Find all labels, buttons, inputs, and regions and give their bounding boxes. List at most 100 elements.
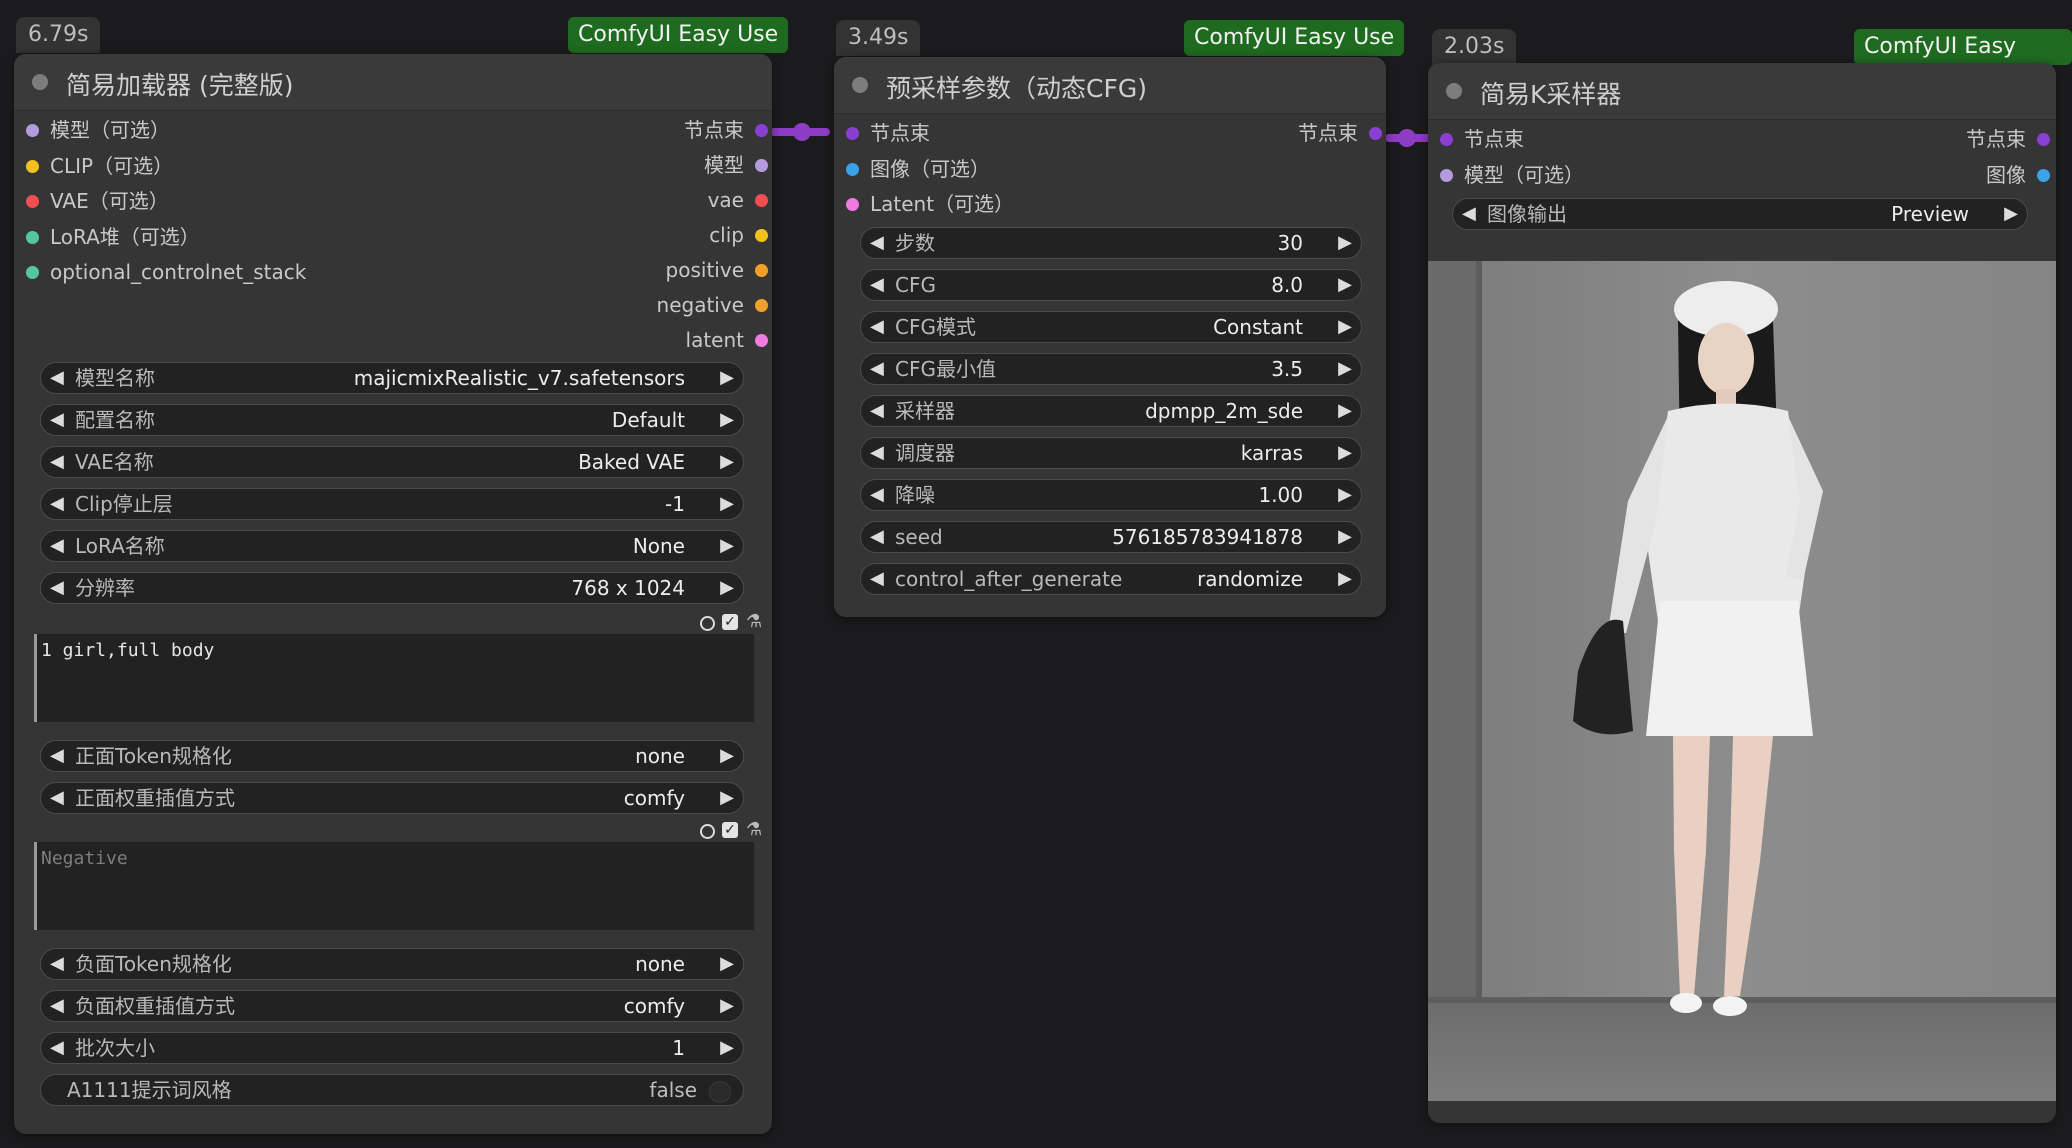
- output-slot[interactable]: 节点束: [684, 114, 768, 146]
- slot-dot-icon[interactable]: [755, 334, 768, 347]
- input-slot[interactable]: 模型（可选）: [26, 114, 170, 146]
- input-slot[interactable]: 节点束: [846, 117, 930, 149]
- preview-image[interactable]: [1428, 261, 2056, 1101]
- link-reroute-dot[interactable]: [1398, 129, 1416, 147]
- output-slot[interactable]: clip: [709, 219, 768, 251]
- slot-dot-icon[interactable]: [26, 195, 39, 208]
- slot-dot-icon[interactable]: [755, 124, 768, 137]
- arrow-left-icon[interactable]: ◀: [50, 363, 64, 393]
- slot-dot-icon[interactable]: [26, 230, 39, 244]
- slot-dot-icon[interactable]: [755, 264, 768, 277]
- combo-widget[interactable]: ◀ 图像输出 Preview ▶: [1452, 198, 2028, 230]
- collapse-dot-icon[interactable]: [1446, 83, 1462, 99]
- combo-widget[interactable]: ◀ CFG模式 Constant ▶: [860, 311, 1362, 343]
- collapse-dot-icon[interactable]: [852, 77, 868, 93]
- arrow-left-icon[interactable]: ◀: [50, 573, 64, 603]
- combo-widget[interactable]: ◀ 采样器 dpmpp_2m_sde ▶: [860, 395, 1362, 427]
- combo-widget[interactable]: ◀ 负面Token规格化 none ▶: [40, 948, 744, 980]
- node-easy-ksampler[interactable]: 简易K采样器 节点束模型（可选） 节点束图像 ◀ 图像输出 Preview ▶: [1428, 63, 2056, 1123]
- combo-widget[interactable]: ◀ CFG最小值 3.5 ▶: [860, 353, 1362, 385]
- arrow-right-icon[interactable]: ▶: [720, 405, 734, 435]
- arrow-left-icon[interactable]: ◀: [50, 1033, 64, 1063]
- combo-widget[interactable]: ◀ 批次大小 1 ▶: [40, 1032, 744, 1064]
- positive-prompt-textarea[interactable]: 1 girl,full body: [34, 634, 754, 722]
- combo-widget[interactable]: ◀ CFG 8.0 ▶: [860, 269, 1362, 301]
- arrow-left-icon[interactable]: ◀: [870, 270, 884, 300]
- circle-icon[interactable]: [700, 616, 715, 631]
- circle-icon[interactable]: [700, 824, 715, 839]
- node-presampling-params[interactable]: 预采样参数（动态CFG) 节点束图像（可选） Latent（可选） 节点束 ◀ 步数…: [834, 57, 1386, 617]
- arrow-left-icon[interactable]: ◀: [870, 312, 884, 342]
- arrow-left-icon[interactable]: ◀: [870, 354, 884, 384]
- output-slot[interactable]: 图像: [1986, 159, 2050, 191]
- arrow-left-icon[interactable]: ◀: [50, 741, 64, 771]
- input-slot[interactable]: 模型（可选）: [1440, 159, 1584, 191]
- arrow-right-icon[interactable]: ▶: [720, 949, 734, 979]
- slot-dot-icon[interactable]: [755, 194, 768, 207]
- checkbox-icon[interactable]: ✓: [722, 822, 738, 838]
- combo-widget[interactable]: ◀ 调度器 karras ▶: [860, 437, 1362, 469]
- arrow-left-icon[interactable]: ◀: [50, 447, 64, 477]
- arrow-left-icon[interactable]: ◀: [1462, 199, 1476, 229]
- broom-icon[interactable]: ⚗: [746, 820, 762, 840]
- arrow-left-icon[interactable]: ◀: [870, 522, 884, 552]
- arrow-left-icon[interactable]: ◀: [50, 489, 64, 519]
- node-easy-loader-full[interactable]: 简易加载器 (完整版) 模型（可选） CLIP（可选） VAE（可选） LoRA堆（可…: [14, 54, 772, 1134]
- arrow-right-icon[interactable]: ▶: [720, 991, 734, 1021]
- combo-widget[interactable]: ◀ 正面Token规格化 none ▶: [40, 740, 744, 772]
- slot-dot-icon[interactable]: [1369, 127, 1382, 140]
- arrow-right-icon[interactable]: ▶: [1338, 354, 1352, 384]
- input-slot[interactable]: 图像（可选）: [846, 153, 990, 185]
- combo-widget[interactable]: ◀ control_after_generate randomize ▶: [860, 563, 1362, 595]
- node-header[interactable]: 简易加载器 (完整版): [14, 54, 772, 111]
- node-header[interactable]: 简易K采样器: [1428, 63, 2056, 120]
- slot-dot-icon[interactable]: [1440, 168, 1453, 182]
- negative-prompt-textarea[interactable]: Negative: [34, 842, 754, 930]
- arrow-right-icon[interactable]: ▶: [720, 489, 734, 519]
- slot-dot-icon[interactable]: [2037, 168, 2050, 182]
- checkbox-icon[interactable]: ✓: [722, 614, 738, 630]
- output-slot[interactable]: vae: [708, 184, 768, 216]
- output-slot[interactable]: negative: [657, 289, 768, 321]
- output-slot[interactable]: latent: [686, 324, 768, 356]
- slot-dot-icon[interactable]: [846, 198, 859, 211]
- slot-dot-icon[interactable]: [755, 299, 768, 312]
- arrow-right-icon[interactable]: ▶: [1338, 480, 1352, 510]
- arrow-right-icon[interactable]: ▶: [1338, 522, 1352, 552]
- input-slot[interactable]: Latent（可选）: [846, 188, 1014, 220]
- output-slot[interactable]: 节点束: [1966, 123, 2050, 155]
- combo-widget[interactable]: ◀ 配置名称 Default ▶: [40, 404, 744, 436]
- node-header[interactable]: 预采样参数（动态CFG): [834, 57, 1386, 114]
- arrow-right-icon[interactable]: ▶: [720, 1033, 734, 1063]
- broom-icon[interactable]: ⚗: [746, 612, 762, 632]
- arrow-left-icon[interactable]: ◀: [50, 991, 64, 1021]
- combo-widget[interactable]: ◀ 负面权重插值方式 comfy ▶: [40, 990, 744, 1022]
- arrow-right-icon[interactable]: ▶: [720, 363, 734, 393]
- output-slot[interactable]: positive: [666, 254, 768, 286]
- combo-widget[interactable]: ◀ 降噪 1.00 ▶: [860, 479, 1362, 511]
- a1111-prompt-style-toggle[interactable]: A1111提示词风格 false: [40, 1074, 744, 1106]
- arrow-right-icon[interactable]: ▶: [720, 447, 734, 477]
- collapse-dot-icon[interactable]: [32, 74, 48, 90]
- input-slot[interactable]: LoRA堆（可选）: [26, 221, 200, 253]
- combo-widget[interactable]: ◀ 分辨率 768 x 1024 ▶: [40, 572, 744, 604]
- arrow-left-icon[interactable]: ◀: [50, 949, 64, 979]
- arrow-left-icon[interactable]: ◀: [870, 480, 884, 510]
- combo-widget[interactable]: ◀ 模型名称 majicmixRealistic_v7.safetensors ▶: [40, 362, 744, 394]
- arrow-left-icon[interactable]: ◀: [870, 228, 884, 258]
- combo-widget[interactable]: ◀ 步数 30 ▶: [860, 227, 1362, 259]
- output-slot[interactable]: 节点束: [1298, 117, 1382, 149]
- arrow-right-icon[interactable]: ▶: [720, 741, 734, 771]
- slot-dot-icon[interactable]: [755, 229, 768, 242]
- arrow-right-icon[interactable]: ▶: [1338, 228, 1352, 258]
- arrow-right-icon[interactable]: ▶: [1338, 396, 1352, 426]
- output-slot[interactable]: 模型: [704, 149, 768, 181]
- arrow-left-icon[interactable]: ◀: [870, 396, 884, 426]
- input-slot[interactable]: 节点束: [1440, 123, 1524, 155]
- slot-dot-icon[interactable]: [26, 159, 39, 173]
- combo-widget[interactable]: ◀ Clip停止层 -1 ▶: [40, 488, 744, 520]
- slot-dot-icon[interactable]: [755, 159, 768, 172]
- arrow-left-icon[interactable]: ◀: [870, 564, 884, 594]
- combo-widget[interactable]: ◀ LoRA名称 None ▶: [40, 530, 744, 562]
- arrow-right-icon[interactable]: ▶: [720, 783, 734, 813]
